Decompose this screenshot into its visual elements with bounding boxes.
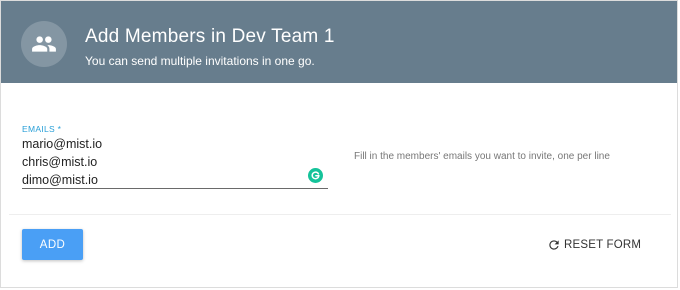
add-button[interactable]: ADD <box>22 229 83 260</box>
add-members-dialog: Add Members in Dev Team 1 You can send m… <box>0 0 678 288</box>
reset-form-button[interactable]: RESET FORM <box>547 234 641 256</box>
emails-textarea[interactable] <box>22 135 328 189</box>
dialog-subtitle: You can send multiple invitations in one… <box>85 54 315 68</box>
emails-helper-text: Fill in the members' emails you want to … <box>354 151 610 162</box>
emails-label: EMAILS * <box>22 124 62 134</box>
dialog-title: Add Members in Dev Team 1 <box>85 26 335 47</box>
group-icon <box>21 21 67 67</box>
form-divider <box>9 214 671 215</box>
refresh-icon <box>547 238 561 252</box>
reset-form-label: RESET FORM <box>564 239 642 251</box>
dialog-header: Add Members in Dev Team 1 You can send m… <box>1 1 677 83</box>
grammarly-icon[interactable] <box>308 168 323 183</box>
